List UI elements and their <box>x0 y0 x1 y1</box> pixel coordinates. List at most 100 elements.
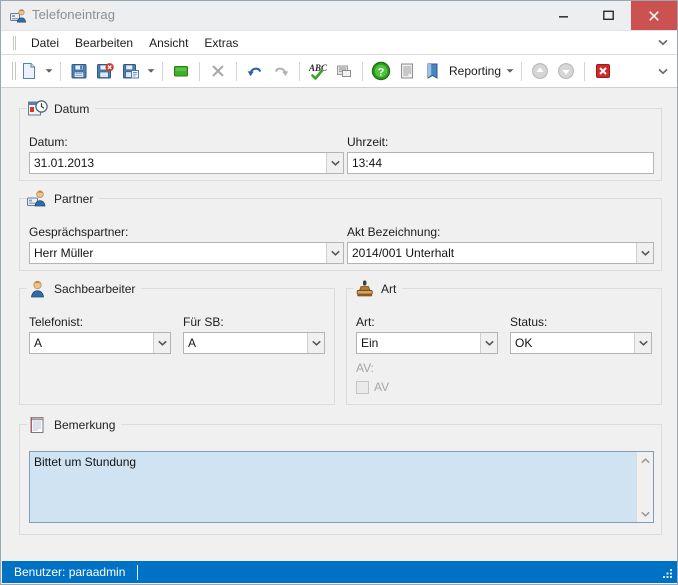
resize-grip[interactable] <box>662 568 674 580</box>
fuer-sb-chevron-down-icon[interactable] <box>307 333 324 353</box>
toolbar-separator <box>584 61 586 81</box>
floppy-save-icon <box>71 64 87 79</box>
uhrzeit-input[interactable]: 13:44 <box>347 152 654 174</box>
note-stack-icon <box>337 65 351 77</box>
group-sachbearbeiter-legend: Sachbearbeiter <box>27 278 142 300</box>
telefonist-combobox[interactable]: A <box>29 332 171 354</box>
delete-button[interactable] <box>205 58 231 84</box>
abc-check-icon: ABC <box>308 63 328 80</box>
reporting-label[interactable]: Reporting <box>446 64 503 78</box>
save-button[interactable] <box>66 58 92 84</box>
status-user-text: Benutzer: paraadmin <box>14 565 126 579</box>
next-record-button[interactable] <box>553 58 579 84</box>
scroll-down-icon[interactable] <box>637 505 654 522</box>
group-datum-legend: Datum <box>27 98 96 120</box>
status-divider <box>137 564 139 580</box>
av-checkbox[interactable] <box>356 380 369 394</box>
gespraechspartner-combobox[interactable]: Herr Müller <box>29 242 344 264</box>
group-art-title: Art <box>381 282 397 296</box>
status-chevron-down-icon[interactable] <box>634 333 651 353</box>
person-icon <box>27 279 49 299</box>
fuer-sb-value: A <box>188 336 197 350</box>
label-gespraechspartner: Gesprächspartner: <box>29 225 129 239</box>
new-document-icon <box>23 63 35 79</box>
maximize-button[interactable] <box>586 1 631 30</box>
label-art: Art: <box>356 315 375 329</box>
art-combobox[interactable]: Ein <box>356 332 498 354</box>
undo-button[interactable] <box>242 58 268 84</box>
save-close-button[interactable] <box>92 58 118 84</box>
akt-bezeichnung-combobox[interactable]: 2014/001 Unterhalt <box>347 242 654 264</box>
menu-item-extras[interactable]: Extras <box>196 33 246 53</box>
bemerkung-scrollbar[interactable] <box>636 452 653 522</box>
status-combobox[interactable]: OK <box>510 332 652 354</box>
red-x-icon <box>596 64 611 78</box>
reporting-dropdown[interactable] <box>503 58 516 84</box>
menu-bar: Datei Bearbeiten Ansicht Extras <box>1 31 677 55</box>
stop-button[interactable] <box>168 58 194 84</box>
menu-item-ansicht[interactable]: Ansicht <box>141 33 196 53</box>
toolbar-separator <box>236 61 237 81</box>
menu-item-datei[interactable]: Datei <box>23 33 67 53</box>
group-sachbearbeiter-title: Sachbearbeiter <box>54 282 136 296</box>
av-checkbox-label: AV <box>374 380 390 394</box>
gespraechspartner-chevron-down-icon[interactable] <box>326 243 343 263</box>
down-arrow-circle-icon <box>558 63 574 79</box>
akt-bezeichnung-value: 2014/001 Unterhalt <box>352 246 455 260</box>
undo-arrow-icon <box>247 67 261 76</box>
close-record-button[interactable] <box>590 58 616 84</box>
group-sachbearbeiter: Sachbearbeiter Telefonist: A Für SB: A <box>19 278 335 405</box>
menu-drag-grip[interactable] <box>13 36 16 50</box>
green-square-icon <box>174 66 188 77</box>
telefonist-value: A <box>34 336 43 350</box>
status-value: OK <box>515 336 533 350</box>
new-document-dropdown[interactable] <box>42 58 55 84</box>
group-partner: Partner Gesprächspartner: Herr Müller Ak… <box>19 188 662 271</box>
group-datum: Datum Datum: 31.01.2013 Uhrzeit: 13:44 <box>19 98 662 181</box>
rubber-stamp-icon <box>354 279 376 299</box>
label-datum: Datum: <box>29 135 68 149</box>
group-art: Art Art: Ein Status: OK AV: AV <box>346 278 662 405</box>
akt-bezeichnung-chevron-down-icon[interactable] <box>636 243 653 263</box>
toolbar-overflow-chevron-down-icon[interactable] <box>655 55 671 87</box>
close-icon <box>649 10 659 21</box>
floppy-copy-icon <box>123 64 139 79</box>
help-button[interactable]: ? <box>368 58 394 84</box>
save-as-dropdown[interactable] <box>144 58 157 84</box>
art-value: Ein <box>361 336 379 350</box>
menu-overflow-chevron-down-icon[interactable] <box>655 31 671 54</box>
redo-button[interactable] <box>268 58 294 84</box>
datum-combobox[interactable]: 31.01.2013 <box>29 152 344 174</box>
group-datum-title: Datum <box>54 102 90 116</box>
menu-item-bearbeiten[interactable]: Bearbeiten <box>67 33 141 53</box>
art-chevron-down-icon[interactable] <box>480 333 497 353</box>
bemerkung-text: Bittet um Stundung <box>34 455 137 469</box>
scroll-up-icon[interactable] <box>637 452 654 469</box>
telefonist-chevron-down-icon[interactable] <box>153 333 170 353</box>
document-button[interactable] <box>394 58 420 84</box>
av-checkbox-row[interactable]: AV <box>356 380 389 394</box>
minimize-button[interactable] <box>541 1 586 30</box>
save-as-button[interactable] <box>118 58 144 84</box>
notes-button[interactable] <box>331 58 357 84</box>
reporting-button[interactable] <box>420 58 446 84</box>
group-partner-legend: Partner <box>27 188 100 210</box>
group-partner-title: Partner <box>54 192 94 206</box>
datum-chevron-down-icon[interactable] <box>326 153 343 173</box>
spellcheck-button[interactable]: ABC <box>305 58 331 84</box>
phone-user-icon <box>10 8 27 24</box>
notepad-icon <box>27 415 49 435</box>
svg-text:?: ? <box>378 66 385 78</box>
floppy-delete-icon <box>97 63 114 79</box>
form-client-area: Datum Datum: 31.01.2013 Uhrzeit: 13:44 P… <box>1 90 677 552</box>
up-arrow-circle-icon <box>532 63 548 79</box>
fuer-sb-combobox[interactable]: A <box>183 332 325 354</box>
bemerkung-textarea[interactable]: Bittet um Stundung <box>29 451 654 523</box>
redo-arrow-icon <box>275 67 289 76</box>
previous-record-button[interactable] <box>527 58 553 84</box>
group-art-legend: Art <box>354 278 403 300</box>
new-document-button[interactable] <box>16 58 42 84</box>
green-question-icon: ? <box>371 61 391 81</box>
group-bemerkung-title: Bemerkung <box>54 418 116 432</box>
close-button[interactable] <box>631 1 677 30</box>
